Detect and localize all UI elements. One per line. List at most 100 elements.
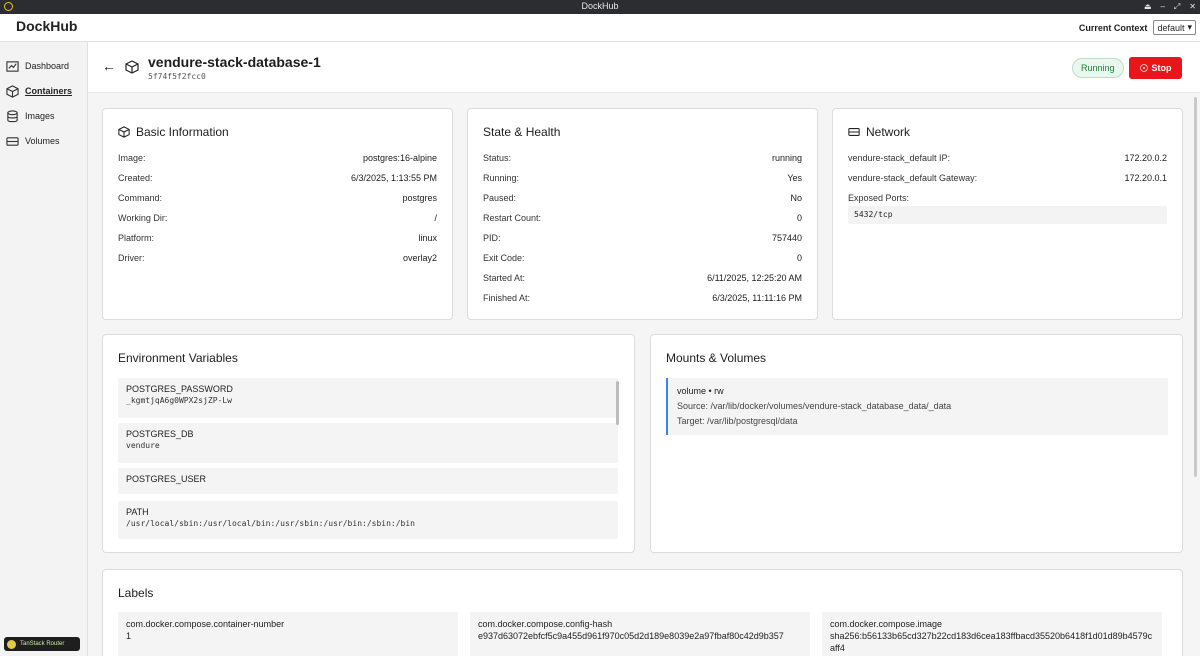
state-key: PID: <box>483 233 501 243</box>
state-key: Finished At: <box>483 293 531 303</box>
sidebar-item-label: Containers <box>25 86 73 96</box>
state-row: Status: running <box>483 153 802 165</box>
info-row: Driver: overlay2 <box>118 253 437 265</box>
sidebar-item-images[interactable]: Images <box>6 108 55 124</box>
eject-icon[interactable]: ⏏ <box>1144 0 1152 14</box>
label-item: com.docker.compose.config-hash e937d6307… <box>470 612 810 656</box>
sidebar-item-label: Dashboard <box>25 61 70 71</box>
router-devtools-badge[interactable]: TanStack Router <box>4 637 80 651</box>
basic-info-card: Basic Information Image: postgres:16-alpi… <box>102 108 453 320</box>
network-card: Network vendure-stack_default IP: 172.20.… <box>832 108 1183 320</box>
state-row: Exit Code: 0 <box>483 253 802 265</box>
card-title-label: Environment Variables <box>118 351 238 365</box>
mount-type: volume • rw <box>677 386 724 396</box>
state-value: 0 <box>796 253 802 263</box>
exposed-ports-value: 5432/tcp <box>848 206 1167 224</box>
info-row: Image: postgres:16-alpine <box>118 153 437 165</box>
container-id: 5f74f5f2fcc0 <box>148 72 206 81</box>
mounts-card: Mounts & Volumes volume • rw Source: /va… <box>650 334 1183 553</box>
card-title: Labels <box>118 586 153 600</box>
env-name: PATH <box>126 507 149 517</box>
state-row: Restart Count: 0 <box>483 213 802 225</box>
env-vars-card: Environment Variables POSTGRES_PASSWORD … <box>102 334 635 553</box>
close-icon[interactable]: ✕ <box>1189 0 1196 14</box>
box-icon <box>125 60 139 74</box>
card-title-label: State & Health <box>483 125 561 139</box>
container-header: ← vendure-stack-database-1 5f74f5f2fcc0 … <box>88 42 1200 93</box>
state-value: No <box>790 193 802 203</box>
state-key: Status: <box>483 153 512 163</box>
network-value: 172.20.0.1 <box>1124 173 1167 183</box>
status-badge: Running <box>1072 58 1124 78</box>
chevron-down-icon: ▾ <box>1187 22 1192 32</box>
label-value: e937d63072ebfcf5c9a455d961f970c05d2d189e… <box>478 631 784 641</box>
hard-drive-icon <box>6 136 19 146</box>
exposed-ports-label: Exposed Ports: <box>848 193 910 203</box>
window-controls: ⏏ – ⤢ ✕ <box>1144 0 1196 14</box>
sidebar-item-label: Volumes <box>25 136 60 146</box>
back-button[interactable]: ← <box>102 58 116 74</box>
mount-item: volume • rw Source: /var/lib/docker/volu… <box>666 378 1168 435</box>
network-key: vendure-stack_default Gateway: <box>848 173 978 183</box>
network-row: vendure-stack_default Gateway: 172.20.0.1 <box>848 173 1167 185</box>
scrollbar[interactable] <box>1194 97 1197 477</box>
card-title-label: Network <box>866 125 911 139</box>
router-logo-icon <box>7 639 16 649</box>
stop-icon <box>1139 64 1148 72</box>
label-key: com.docker.compose.container-number <box>126 619 285 629</box>
sidebar: Dashboard Containers Images Volumes TanS… <box>0 42 88 656</box>
env-scrollbar[interactable] <box>616 381 619 425</box>
card-title: Environment Variables <box>118 351 238 365</box>
state-value: 0 <box>796 213 802 223</box>
env-item: PATH /usr/local/sbin:/usr/local/bin:/usr… <box>118 501 618 539</box>
sidebar-item-label: Images <box>25 111 55 121</box>
info-value: postgres:16-alpine <box>362 153 437 163</box>
label-item: com.docker.compose.image sha256:b56133b6… <box>822 612 1162 656</box>
env-value: vendure <box>126 441 160 450</box>
state-key: Paused: <box>483 193 517 203</box>
label-value: 1 <box>126 631 132 641</box>
sidebar-item-containers[interactable]: Containers <box>6 83 72 99</box>
maximize-icon[interactable]: ⤢ <box>1174 0 1180 14</box>
env-value: /usr/local/sbin:/usr/local/bin:/usr/sbin… <box>126 519 415 528</box>
context-label: Current Context <box>1078 22 1148 33</box>
card-title: Network <box>848 125 910 139</box>
context-select[interactable]: default ▾ <box>1153 20 1196 35</box>
state-value: 6/3/2025, 11:11:16 PM <box>712 293 802 303</box>
info-value: postgres <box>402 193 437 203</box>
app-header: DockHub Current Context default ▾ <box>0 14 1200 42</box>
info-value: 6/3/2025, 1:13:55 PM <box>350 173 437 183</box>
env-item: POSTGRES_USER <box>118 468 618 494</box>
minimize-icon[interactable]: – <box>1160 0 1164 14</box>
mount-source: Source: /var/lib/docker/volumes/vendure-… <box>677 401 952 411</box>
network-row: vendure-stack_default IP: 172.20.0.2 <box>848 153 1167 165</box>
state-key: Restart Count: <box>483 213 542 223</box>
info-value: linux <box>418 233 437 243</box>
network-value: 172.20.0.2 <box>1124 153 1167 163</box>
state-value: Yes <box>787 173 802 183</box>
state-row: Finished At: 6/3/2025, 11:11:16 PM <box>483 293 802 305</box>
stop-label: Stop <box>1151 63 1172 73</box>
stop-button[interactable]: Stop <box>1129 57 1182 79</box>
info-key: Created: <box>118 173 153 183</box>
sidebar-item-dashboard[interactable]: Dashboard <box>6 58 69 74</box>
context-switcher: Current Context default ▾ <box>1079 20 1196 35</box>
state-key: Running: <box>483 173 520 183</box>
env-name: POSTGRES_USER <box>126 474 207 484</box>
label-value: sha256:b56133b65cd327b22cd183d6cea183ffb… <box>830 631 1153 653</box>
app-brand: DockHub <box>16 18 78 34</box>
sidebar-item-volumes[interactable]: Volumes <box>6 133 60 149</box>
window-title: DockHub <box>581 1 619 11</box>
router-badge-label: TanStack Router <box>20 641 65 647</box>
info-key: Platform: <box>118 233 155 243</box>
context-value: default <box>1157 22 1185 33</box>
state-row: PID: 757440 <box>483 233 802 245</box>
env-value: _kgmtjqA6g0WPX2sjZP-Lw <box>126 396 232 405</box>
info-row: Command: postgres <box>118 193 437 205</box>
label-key: com.docker.compose.image <box>830 619 943 629</box>
layers-icon <box>7 109 18 122</box>
state-key: Started At: <box>483 273 526 283</box>
card-title-label: Mounts & Volumes <box>666 351 767 365</box>
labels-card: Labels com.docker.compose.container-numb… <box>102 569 1183 656</box>
os-titlebar: DockHub ⏏ – ⤢ ✕ <box>0 0 1200 14</box>
